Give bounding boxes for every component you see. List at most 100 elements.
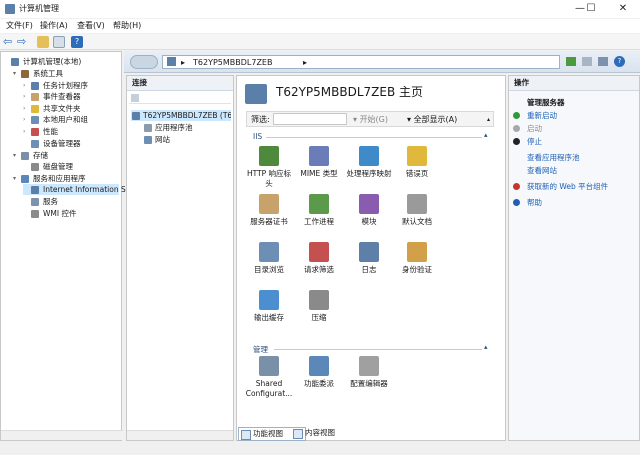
help-icon[interactable]: ? [614,56,625,67]
feature-label: 处理程序映射 [346,169,392,178]
expand-arrow-icon[interactable]: ▾ [13,68,19,79]
tree-item-label: 服务 [43,197,58,206]
tree-item[interactable]: › 共享文件夹 [23,103,119,114]
tree-item[interactable]: ▾ 存储 [13,150,119,161]
horizontal-scrollbar[interactable] [127,430,233,440]
stop-icon[interactable] [582,57,592,66]
computer-management-icon [5,4,15,14]
tree-item[interactable]: › 本地用户和组 [23,114,119,125]
tree-item[interactable]: › 任务计划程序 [23,80,119,91]
folder-up-icon[interactable] [37,36,49,48]
maximize-button[interactable]: ☐ [576,0,606,18]
tree-item[interactable]: ▾ 系统工具 [13,68,119,79]
start-filter-button[interactable]: ▾ 开始(G) [353,114,388,125]
feature-item[interactable]: 默认文档 [392,194,442,227]
expand-arrow-icon[interactable]: ▾ [13,150,19,161]
tree-item[interactable]: ▾ 服务和应用程序 [13,173,119,184]
feature-icon [309,242,329,262]
tree-item[interactable]: 磁盘管理 [23,161,119,172]
horizontal-scrollbar[interactable] [1,430,123,440]
feature-item[interactable]: 错误页 [392,146,442,179]
tree-item-label: 计算机管理(本地) [23,57,82,66]
action-link[interactable]: 查看网站 [527,165,557,176]
back-arrow-icon[interactable]: ⇦ [3,36,15,48]
tree-item[interactable]: 计算机管理(本地) [3,56,119,67]
go-icon[interactable] [566,57,576,66]
connection-item[interactable]: 应用程序池 [143,122,231,133]
feature-item[interactable]: 配置编辑器 [344,356,394,389]
close-button[interactable]: ✕ [608,0,638,18]
tab-content-view[interactable]: 内容视图 [291,427,355,439]
action-link[interactable]: 启动 [527,123,542,134]
feature-icon [309,290,329,310]
tree-item-label: Internet Information Se [43,185,131,194]
feature-item[interactable]: MIME 类型 [294,146,344,179]
connection-label: T62YP5MBBDL7ZEB (T62 [143,111,231,120]
expand-arrow-icon[interactable]: › [23,80,29,91]
show-all-button[interactable]: ▾ 全部显示(A) [407,114,457,125]
refresh-icon[interactable] [598,57,608,66]
feature-label: 错误页 [405,169,429,178]
forward-arrow-icon[interactable]: ⇨ [17,36,29,48]
feature-item[interactable]: 身份验证 [392,242,442,275]
feature-item[interactable]: 工作进程 [294,194,344,227]
feature-item[interactable]: 输出缓存 [244,290,294,323]
tree-item-label: 性能 [43,127,58,136]
scroll-up-icon[interactable]: ▴ [487,114,490,125]
connection-item[interactable]: 网站 [143,134,231,145]
feature-item[interactable]: Shared Configurat... [244,356,294,399]
feature-item[interactable]: 功能委派 [294,356,344,389]
connect-icon[interactable] [131,94,139,102]
tree-item[interactable]: 设备管理器 [23,138,119,149]
feature-item[interactable]: 模块 [344,194,394,227]
action-link[interactable]: 帮助 [527,197,542,208]
tree-node-icon [31,82,39,90]
feature-label: 默认文档 [402,217,432,226]
feature-label: 服务器证书 [250,217,288,226]
nav-back-forward-icon[interactable] [130,55,158,69]
action-link[interactable]: 停止 [527,136,542,147]
action-link[interactable]: 查看应用程序池 [527,152,580,163]
filter-input[interactable] [273,113,347,125]
tree-item[interactable]: › 性能 [23,126,119,137]
feature-icon [407,194,427,214]
expand-arrow-icon[interactable]: › [23,91,29,102]
group-header-iis[interactable]: IIS [253,132,262,141]
tree-item[interactable]: WMI 控件 [23,208,119,219]
group-header-management[interactable]: 管理 [253,344,268,355]
tree-node-icon [21,152,29,160]
menu-file[interactable]: 文件(F) [6,20,33,32]
action-link[interactable]: 获取新的 Web 平台组件 [527,181,608,192]
feature-item[interactable]: 目录浏览 [244,242,294,275]
page-title: T62YP5MBBDL7ZEB 主页 [276,85,424,99]
expand-arrow-icon[interactable]: › [23,103,29,114]
action-link[interactable]: 重新启动 [527,110,557,121]
collapse-iis-icon[interactable]: ▴ [484,131,488,139]
feature-item[interactable]: 处理程序映射 [344,146,394,179]
menu-view[interactable]: 查看(V) [77,20,105,32]
menu-action[interactable]: 操作(A) [40,20,68,32]
feature-item[interactable]: 服务器证书 [244,194,294,227]
feature-icon [359,356,379,376]
tree-node-icon [31,198,39,206]
feature-item[interactable]: 压缩 [294,290,344,323]
help-icon[interactable]: ? [71,36,83,48]
feature-label: MIME 类型 [300,169,338,178]
tree-item[interactable]: Internet Information Se [23,184,130,195]
tree-item[interactable]: 服务 [23,196,119,207]
feature-icon [259,242,279,262]
connection-item[interactable]: T62YP5MBBDL7ZEB (T62 [131,110,231,121]
tree-item[interactable]: › 事件查看器 [23,91,119,102]
address-box[interactable]: ▸ T62YP5MBBDL7ZEB ▸ [162,55,560,69]
tree-item-label: 共享文件夹 [43,104,81,113]
feature-item[interactable]: 日志 [344,242,394,275]
expand-arrow-icon[interactable]: › [23,114,29,125]
show-hide-tree-icon[interactable] [53,36,65,48]
expand-arrow-icon[interactable]: › [23,126,29,137]
expand-arrow-icon[interactable]: ▾ [13,173,19,184]
feature-item[interactable]: 请求筛选 [294,242,344,275]
menu-help[interactable]: 帮助(H) [113,20,141,32]
connection-label: 网站 [155,135,170,144]
feature-item[interactable]: HTTP 响应标头 [244,146,294,189]
collapse-management-icon[interactable]: ▴ [484,343,488,351]
